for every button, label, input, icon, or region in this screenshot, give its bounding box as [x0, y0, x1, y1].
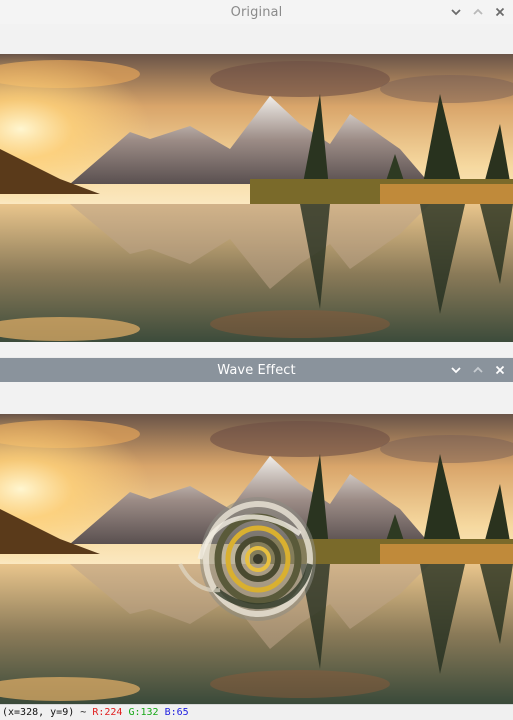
wave-titlebar[interactable]: Wave Effect	[0, 358, 513, 382]
cursor-coordinates: (x=328, y=9) ~	[2, 707, 87, 718]
status-bar: (x=328, y=9) ~ R:224 G:132 B:65	[0, 704, 513, 720]
wave-effect-window: Wave Effect	[0, 358, 513, 704]
close-icon[interactable]	[493, 5, 507, 19]
chevron-up-icon[interactable]	[471, 5, 485, 19]
window-title: Wave Effect	[217, 362, 296, 378]
window-controls	[449, 358, 507, 382]
chevron-down-icon[interactable]	[449, 363, 463, 377]
original-titlebar[interactable]: Original	[0, 0, 513, 24]
wave-effect-image[interactable]	[0, 414, 513, 704]
original-window: Original	[0, 0, 513, 357]
window-controls	[449, 0, 507, 24]
original-image[interactable]	[0, 54, 513, 342]
blue-value: B:65	[164, 707, 189, 718]
green-value: G:132	[128, 707, 159, 718]
window-title: Original	[230, 4, 283, 20]
chevron-down-icon[interactable]	[449, 5, 463, 19]
red-value: R:224	[92, 707, 123, 718]
landscape-image	[0, 54, 513, 342]
chevron-up-icon[interactable]	[471, 363, 485, 377]
close-icon[interactable]	[493, 363, 507, 377]
warped-landscape-image	[0, 414, 513, 704]
